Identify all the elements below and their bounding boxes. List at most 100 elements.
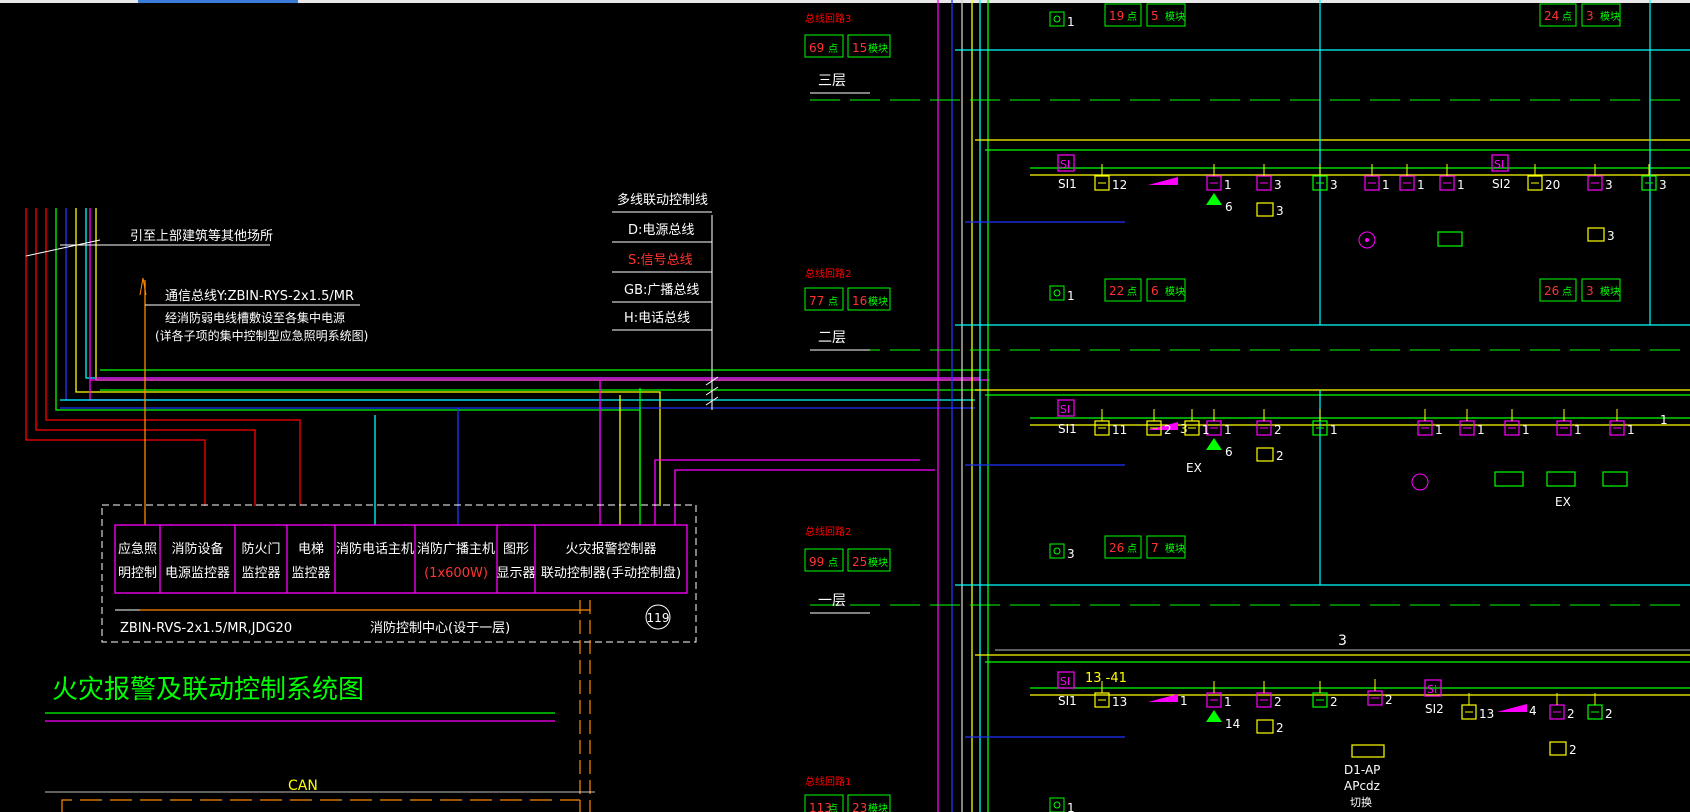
smoke-detector-2-count: 20 [1545,178,1560,192]
fan-module-count: 1 [1457,178,1465,192]
phone-icon: 1 [1049,285,1075,303]
phone-count: 3 [1067,547,1075,561]
phone-icon: 1 [1049,797,1075,812]
module-si1-label: SI1 [1058,694,1077,708]
io-module-r3b-count: 2 [1567,707,1575,721]
valve-module-count: 1 [1417,178,1425,192]
input-module-count: 1 [1224,695,1232,709]
panel-cell-0: 应急照明控制 [118,541,157,581]
count-points-unit: 点 [1127,11,1137,23]
loop-label: 总线回路2 [805,267,851,280]
io-module-count: 2 [1274,423,1282,437]
module-si2-r3-glyph: SI [1427,683,1437,696]
floor-name: 一层 [818,593,846,609]
points-unit: 点 [828,43,838,55]
fan-b-count: 1 [1522,423,1530,437]
smoke-detector-r3-count: 13 [1479,707,1494,721]
panel-cell-2: 防火门监控器 [241,541,280,581]
io-module-r3: 2 [1367,679,1393,707]
strobe-count: 14 [1225,717,1240,731]
control-box-r3 [1549,741,1567,756]
smoke-detector-count: 11 [1112,423,1127,437]
panel-cell-line1: 电梯 [298,542,324,557]
module-si2-r3: SI SI2 [1424,679,1444,716]
floor-block-f1: 总线回路2 99 点 25 模块一层 [804,525,891,614]
damper-b-count: 1 [1574,423,1582,437]
points-unit: 点 [828,296,838,308]
module-si1-glyph: SI [1060,675,1070,688]
panel-cell-line1: 图形 [503,542,529,557]
floor-name: 二层 [818,330,846,346]
count-modules: 6 [1151,284,1159,298]
count-points: 26 [1544,284,1559,298]
count-modules-unit: 模块 [1165,286,1185,298]
ap-label-2: APcdz [1344,779,1380,793]
count-modules-unit: 模块 [1600,11,1620,23]
input-module-count: 1 [1224,423,1232,437]
legend-header: 多线联动控制线 [617,192,708,208]
io-module-count: 3 [1274,178,1282,192]
hydrant-button: 1 [1312,409,1338,437]
strobe-count: 6 [1225,445,1233,459]
panel-cell-line2: 显示器 [496,566,535,581]
loop-label: 总线回路3 [805,12,851,25]
center-label: 消防控制中心(设于一层) [370,620,510,636]
fan-b: 1 [1504,409,1530,437]
ex-label-2: EX [1555,495,1571,509]
panel-cell-line2: 电源监控器 [165,566,230,581]
riser-bundle [25,208,980,506]
module-si2-r3-label: SI2 [1425,702,1444,716]
module-si1: SI SI1 [1057,154,1077,191]
control-count: 2 [1276,721,1284,735]
floor-block-f3: 总线回路3 69 点 15 模块三层 [804,12,891,94]
lead-up-label: 引至上部建筑等其他场所 [130,228,273,244]
module-si1-glyph: SI [1060,403,1070,416]
strobe-icon [1206,710,1222,722]
panel-cell-line1: 火灾报警控制器 [565,541,656,557]
panel-cell-line1: 消防电话主机 [336,541,414,557]
control-count: 2 [1276,449,1284,463]
panel-cell-line1: 应急照 [118,541,157,557]
smoke-detector-r3: 13 [1461,693,1494,721]
hydrant-button-r3: 2 [1587,693,1613,721]
control-box [1256,719,1274,734]
bus-legend: 多线联动控制线 D:电源总线 S:信号总线 GB:广播总线 H:电话总线 [612,192,719,406]
smoke-detector: 11 [1094,409,1127,437]
module-si1-label: SI1 [1058,422,1077,436]
panel-cells: 应急照明控制消防设备电源监控器防火门监控器电梯监控器消防电话主机 消防广播主机(1… [118,525,681,593]
legend-s: S:信号总线 [628,253,693,268]
bus-lines [60,215,990,525]
phone-count: 1 [1067,801,1075,812]
count-mid-b: 26 点 3 模块 [1539,278,1621,302]
strobe-icon [1206,438,1222,450]
points-value: 69 [809,41,824,55]
ex-call-point: 1 [1184,409,1210,437]
count-points: 22 [1109,284,1124,298]
panel-cell-line1: 消防广播主机 [417,541,495,557]
panel-cell-3: 电梯监控器 [291,542,330,581]
control-count: 3 [1276,204,1284,218]
alarm-horn-icon [1148,422,1178,430]
cable-label: ZBIN-RVS-2x1.5/MR,JDG20 [120,621,292,636]
input-module-count: 1 [1224,178,1232,192]
strobe-icon [1206,193,1222,205]
count-top-a: 19 点 5 模块 [1104,3,1186,27]
input-module: 1 [1206,409,1232,437]
device-rows: SISI1 12 16333SISI1 11 3 16221SISI1 13 1 1142221… [1057,154,1668,809]
io-module-r3b: 2 [1549,693,1575,721]
loop-label: 总线回路1 [805,775,851,788]
exhaust-fan-icon-2 [1546,471,1576,487]
legend-h: H:电话总线 [624,311,690,326]
module-si1-label: SI1 [1058,177,1077,191]
loop-label: 总线回路2 [805,525,851,538]
modules-unit: 模块 [868,803,888,812]
floor-block-f2: 总线回路2 77 点 16 模块二层 [804,267,891,351]
phone-count: 1 [1067,15,1075,29]
modules-value: 25 [852,555,867,569]
ex-label-1: EX [1186,461,1202,475]
control-count-2: 3 [1607,229,1615,243]
smoke-detector-count: 12 [1112,178,1127,192]
flow-switch-b-count: 1 [1435,423,1443,437]
count-points-unit: 点 [1127,543,1137,555]
lead-up-annotation: 引至上部建筑等其他场所 [25,228,273,257]
